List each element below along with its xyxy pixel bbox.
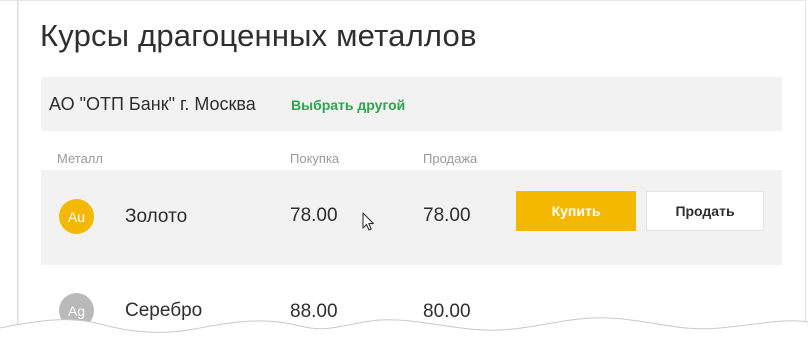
torn-paper-edge [0,317,808,338]
bank-name: АО "ОТП Банк" г. Москва [49,94,256,114]
sell-price-gold: 78.00 [423,205,471,226]
column-header-metal: Металл [57,151,103,166]
gold-symbol-badge: Au [59,199,94,234]
metal-row-gold: Au Золото 78.00 78.00 Купить Продать [41,170,782,265]
buy-price-gold: 78.00 [290,205,338,226]
mouse-pointer-icon [362,212,375,231]
metal-name-gold: Золото [125,206,188,227]
bank-selector-bar: АО "ОТП Банк" г. Москва Выбрать другой [41,77,782,131]
column-header-sell: Продажа [423,151,478,166]
left-edge-shadow [17,0,19,338]
buy-gold-button[interactable]: Купить [516,191,636,231]
page-title: Курсы драгоценных металлов [40,18,477,53]
sell-gold-button[interactable]: Продать [646,191,764,231]
column-header-buy: Покупка [290,151,340,166]
change-bank-link[interactable]: Выбрать другой [291,97,405,113]
